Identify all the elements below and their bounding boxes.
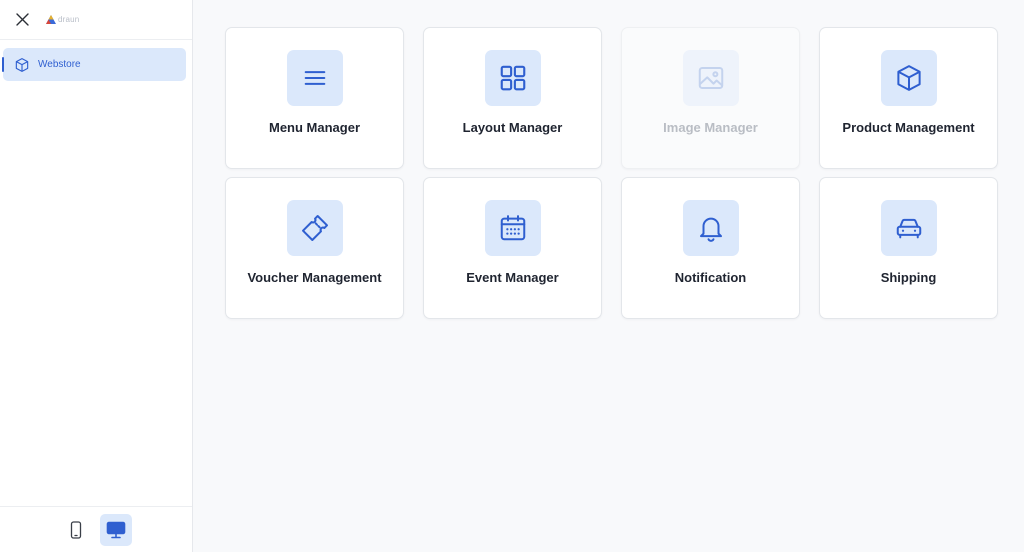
image-manager-card: Image Manager: [621, 27, 800, 169]
bell-icon: [699, 217, 722, 242]
menu-manager-card[interactable]: Menu Manager: [225, 27, 404, 169]
mobile-phone-icon: [70, 520, 82, 539]
manager-grid: Menu Manager Layout Manager Image Manage…: [225, 27, 998, 319]
card-label: Product Management: [842, 120, 975, 135]
car-icon: [896, 218, 921, 239]
card-icon-box: [286, 200, 343, 256]
logo-triangle-icon: [46, 15, 56, 24]
sidebar-item-label: Webstore: [38, 59, 81, 70]
card-icon-box: [484, 50, 541, 106]
calendar-icon: [500, 215, 525, 241]
cube-icon: [896, 65, 921, 91]
voucher-management-card[interactable]: Voucher Management: [225, 177, 404, 319]
desktop-monitor-icon: [106, 521, 126, 538]
card-label: Shipping: [880, 270, 937, 285]
sidebar-item-webstore[interactable]: Webstore: [2, 48, 186, 81]
device-switcher: [0, 506, 192, 552]
active-indicator: [2, 57, 4, 72]
sidebar-nav: Webstore: [0, 40, 192, 81]
card-label: Menu Manager: [268, 120, 360, 135]
close-icon: [15, 13, 29, 26]
mobile-view-button[interactable]: [60, 514, 92, 546]
desktop-view-button[interactable]: [100, 513, 132, 546]
close-button[interactable]: [14, 12, 30, 28]
card-label: Event Manager: [466, 270, 559, 285]
shipping-card[interactable]: Shipping: [819, 177, 998, 319]
image-icon: [698, 67, 723, 89]
product-management-card[interactable]: Product Management: [819, 27, 998, 169]
card-icon-box: [682, 50, 739, 106]
logo: draun: [46, 15, 79, 24]
card-icon-box: [880, 200, 937, 256]
card-icon-box: [682, 200, 739, 256]
logo-text: draun: [58, 15, 80, 24]
card-label: Layout Manager: [462, 120, 563, 135]
sidebar: draun Webstore: [0, 0, 193, 552]
hamburger-menu-icon: [304, 71, 325, 85]
layout-manager-card[interactable]: Layout Manager: [423, 27, 602, 169]
grid-layout-icon: [500, 65, 525, 91]
card-icon-box: [484, 200, 541, 256]
cube-icon: [15, 57, 29, 72]
notification-card[interactable]: Notification: [621, 177, 800, 319]
card-label: Image Manager: [663, 120, 758, 135]
card-icon-box: [880, 50, 937, 106]
event-manager-card[interactable]: Event Manager: [423, 177, 602, 319]
card-label: Notification: [674, 270, 747, 285]
card-icon-box: [286, 50, 343, 106]
card-label: Voucher Management: [247, 270, 382, 285]
sidebar-header: draun: [0, 0, 192, 40]
ticket-icon: [301, 215, 328, 241]
